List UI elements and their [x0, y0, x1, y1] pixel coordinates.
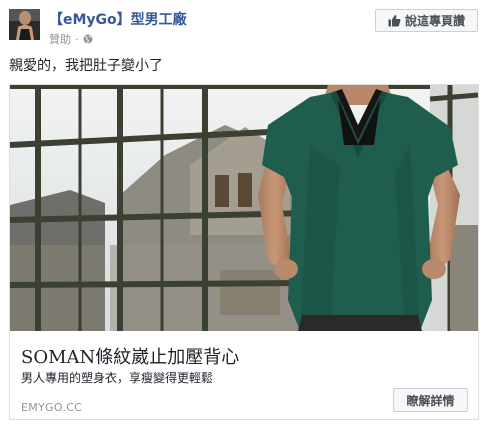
page-avatar[interactable]	[9, 9, 40, 40]
thumbs-up-icon	[388, 14, 401, 27]
post-meta: 贊助 ·	[49, 31, 93, 47]
ad-attachment[interactable]: SOMAN條紋崴止加壓背心 男人專用的塑身衣，享瘦變得更輕鬆 EMYGO.CC …	[9, 84, 479, 420]
ad-image[interactable]	[10, 85, 478, 331]
globe-icon	[83, 34, 93, 44]
ad-headline[interactable]: SOMAN條紋崴止加壓背心	[21, 343, 239, 369]
ad-description: 男人專用的塑身衣，享瘦變得更輕鬆	[21, 371, 214, 385]
learn-more-button[interactable]: 瞭解詳情	[393, 388, 468, 412]
ad-domain: EMYGO.CC	[21, 401, 83, 414]
page-name-link[interactable]: 【eMyGo】型男工廠	[49, 9, 187, 29]
sponsored-post-card: 【eMyGo】型男工廠 贊助 · 說這專頁讚 親愛的，我把肚子變小了 SOMAN…	[0, 0, 488, 429]
post-message: 親愛的，我把肚子變小了	[9, 58, 163, 74]
meta-separator: ·	[75, 32, 79, 46]
like-page-button[interactable]: 說這專頁讚	[375, 9, 478, 32]
like-page-label: 說這專頁讚	[404, 14, 465, 28]
sponsored-label[interactable]: 贊助	[49, 31, 71, 47]
